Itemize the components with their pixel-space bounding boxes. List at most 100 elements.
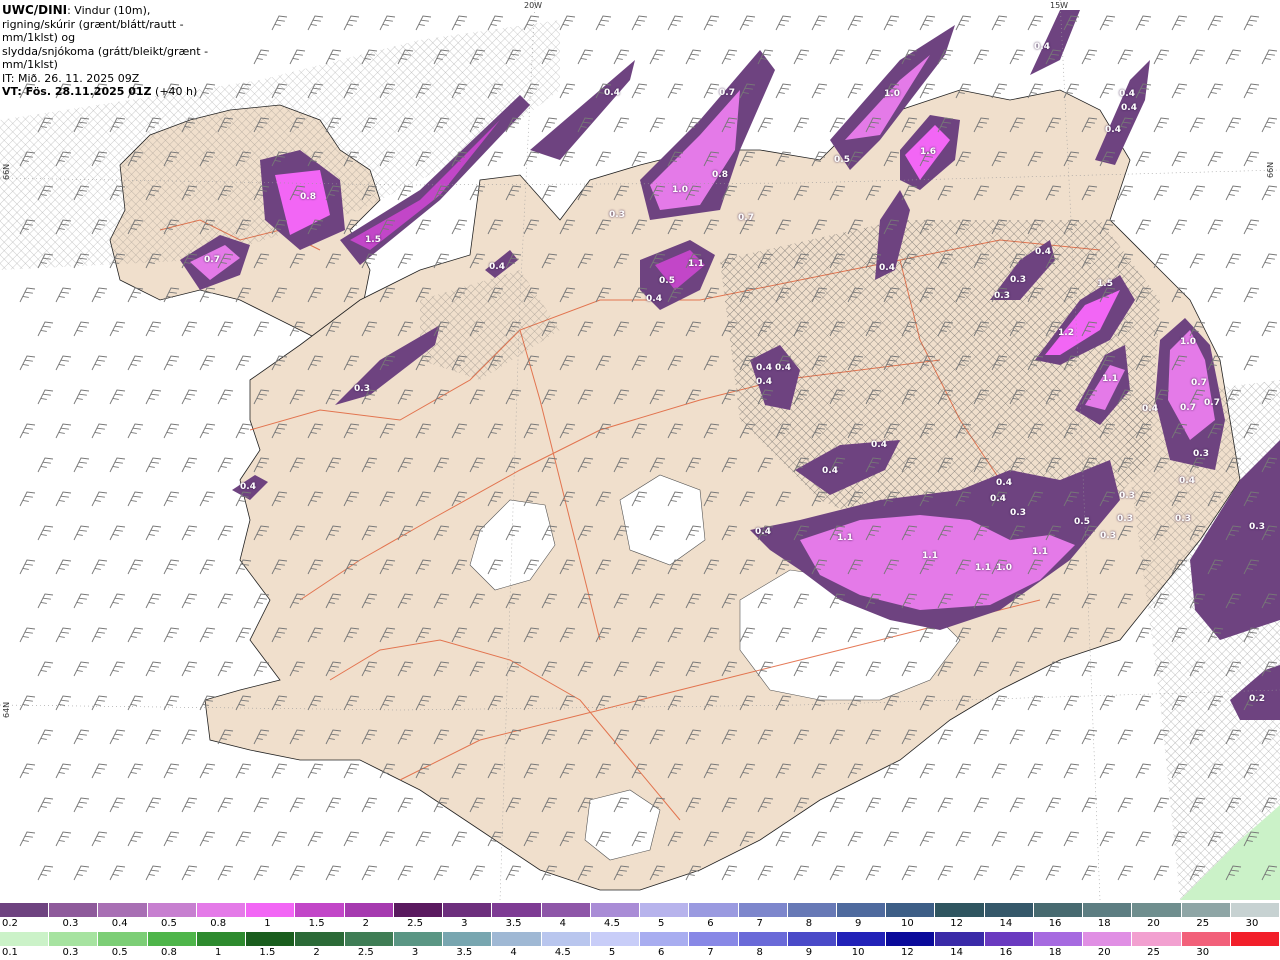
rain-color-scale	[0, 932, 1280, 946]
precip-value-label: 0.4	[1121, 103, 1137, 113]
legend-swatch	[1181, 932, 1231, 946]
legend-swatch	[295, 932, 345, 946]
header-line1: : Vindur (10m),	[67, 4, 151, 17]
legend-tick-label: 7	[707, 947, 714, 958]
lon-label-15w: 15W	[1050, 1, 1069, 10]
legend-tick-label: 3	[411, 947, 419, 958]
precip-value-label: 0.4	[775, 363, 791, 373]
legend-swatch	[541, 903, 591, 917]
legend-tick-label: 18	[1097, 918, 1111, 929]
precip-value-label: 1.1	[1032, 547, 1048, 557]
legend-tick-label: 20	[1147, 918, 1160, 929]
rain-scale-ticks: 0.1 0.3 0.5 0.8 1 1.5 2 2.5 3 3.5 4 4.5 5 6 7 8 9 10 12 14 1…	[0, 947, 1280, 959]
weather-map	[0, 0, 1280, 900]
precip-value-label: 1.1	[837, 533, 853, 543]
legend-swatch	[787, 932, 837, 946]
precip-value-label: 1.5	[365, 235, 381, 245]
legend-swatch	[640, 932, 690, 946]
legend-tick-label: 5	[658, 918, 665, 929]
precip-value-label: 0.3	[1117, 514, 1133, 524]
precip-value-label: 1.1	[922, 551, 938, 561]
header-line2: rigning/skúrir (grænt/blátt/rautt - mm/1…	[2, 17, 184, 45]
legend-swatch	[738, 903, 788, 917]
precip-value-label: 0.4	[756, 363, 772, 373]
legend-tick-label: 1.5	[259, 947, 276, 958]
lat-label-66n-right: 66N	[1266, 161, 1275, 178]
precip-value-label: 0.7	[1191, 378, 1207, 388]
legend-tick-label: 2	[362, 918, 370, 929]
legend-tick-label: 2	[313, 947, 320, 958]
legend-tick-label: 25	[1196, 918, 1210, 929]
precip-value-label: 1.0	[1180, 337, 1196, 347]
color-legend: 0.2 0.3 0.4 0.5 0.8 1 1.5 2 2.5 3 3.5 4 4.5 5 6 7 8 9 10 12…	[0, 902, 1280, 960]
precip-value-label: 0.4	[871, 440, 887, 450]
legend-swatch	[443, 932, 493, 946]
legend-swatch	[0, 903, 50, 917]
legend-swatch	[246, 903, 296, 917]
legend-swatch	[295, 903, 345, 917]
precip-value-label: 0.4	[604, 88, 620, 98]
legend-swatch	[935, 932, 985, 946]
legend-swatch	[836, 932, 887, 946]
precip-value-label: 0.3	[994, 291, 1010, 301]
legend-tick-label: 25	[1147, 947, 1160, 958]
precip-value-label: 0.8	[712, 170, 728, 180]
precip-value-label: 0.7	[1204, 398, 1220, 408]
legend-swatch	[787, 903, 837, 917]
legend-swatch	[886, 903, 936, 917]
legend-swatch	[49, 932, 99, 946]
legend-swatch	[196, 932, 247, 946]
legend-tick-label: 2.5	[357, 947, 374, 958]
legend-swatch	[640, 903, 690, 917]
snow-scale-ticks: 0.2 0.3 0.4 0.5 0.8 1 1.5 2 2.5 3 3.5 4 4.5 5 6 7 8 9 10 12…	[0, 918, 1280, 930]
precip-value-label: 0.7	[719, 88, 735, 98]
lat-label-66n-left: 66N	[2, 163, 11, 180]
legend-tick-label: 16	[1048, 918, 1062, 929]
precip-value-label: 1.2	[1058, 328, 1074, 338]
precip-value-label: 0.5	[1074, 517, 1090, 527]
legend-tick-label: 4.5	[604, 918, 620, 929]
legend-swatch	[98, 903, 148, 917]
legend-tick-label: 16	[999, 947, 1013, 958]
precip-value-label: 1.1	[688, 259, 704, 269]
precip-value-label: 0.8	[300, 192, 316, 202]
legend-swatch	[147, 903, 197, 917]
legend-swatch	[1083, 903, 1133, 917]
legend-tick-label: 7	[756, 918, 763, 929]
legend-tick-label: 6	[707, 918, 714, 929]
legend-tick-label: 3	[461, 918, 468, 929]
legend-tick-label: 1	[264, 918, 271, 929]
precip-value-label: 1.0	[672, 185, 688, 195]
forecast-lead: (+40 h)	[151, 85, 198, 98]
legend-swatch	[0, 932, 50, 946]
legend-tick-label: 20	[1097, 947, 1111, 958]
precip-value-label: 0.4	[489, 262, 505, 272]
legend-tick-label: 14	[999, 918, 1013, 929]
precip-value-label: 1.0	[884, 89, 900, 99]
legend-swatch	[590, 903, 641, 917]
legend-tick-label: 12	[901, 947, 914, 958]
precip-value-label: 0.4	[1105, 125, 1121, 135]
issue-time: IT: Mið. 26. 11. 2025 09Z	[2, 71, 140, 85]
precip-value-label: 0.3	[1010, 508, 1026, 518]
precip-value-label: 0.2	[1249, 694, 1265, 704]
legend-swatch	[836, 903, 887, 917]
precip-value-label: 0.4	[755, 527, 771, 537]
precip-value-label: 0.4	[990, 494, 1006, 504]
valid-time: VT: Fös. 28.11.2025 01Z	[2, 85, 152, 98]
legend-swatch	[147, 932, 197, 946]
legend-swatch	[344, 903, 394, 917]
legend-swatch	[984, 932, 1034, 946]
precip-value-label: 1.6	[920, 147, 936, 157]
map-header: UWC/DINI: Vindur (10m), rigning/skúrir (…	[0, 0, 240, 98]
precip-value-label: 0.4	[1179, 476, 1195, 486]
legend-tick-label: 0.1	[2, 947, 18, 958]
legend-swatch	[1230, 903, 1280, 917]
legend-swatch	[984, 903, 1034, 917]
precip-value-label: 1.5	[1097, 279, 1113, 289]
precip-value-label: 0.4	[646, 294, 662, 304]
precip-value-label: 0.4	[1119, 89, 1135, 99]
legend-tick-label: 9	[805, 947, 813, 958]
legend-tick-label: 30	[1245, 918, 1259, 929]
legend-swatch	[738, 932, 788, 946]
